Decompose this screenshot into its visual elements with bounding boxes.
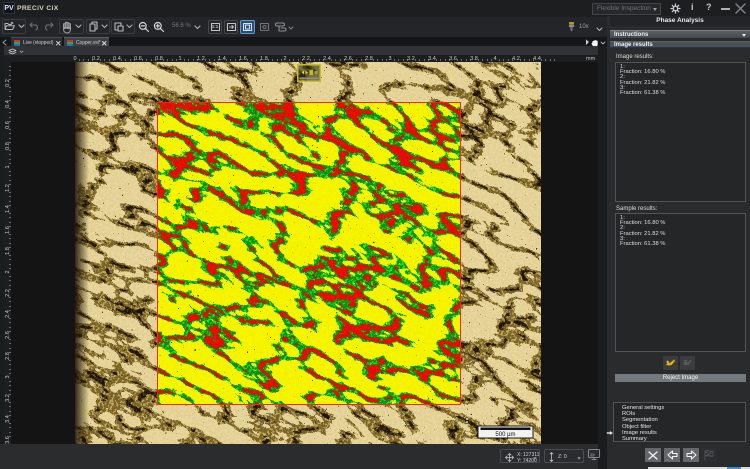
svg-text:ROI: ROI — [162, 109, 175, 116]
svg-text:500 µm: 500 µm — [495, 432, 515, 438]
